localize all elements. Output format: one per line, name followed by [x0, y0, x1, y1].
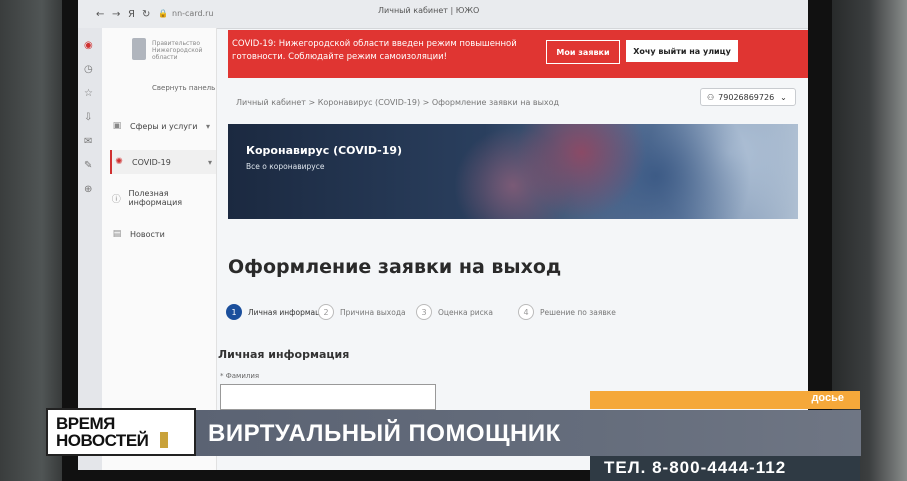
headline-bar: ВИРТУАЛЬНЫЙ ПОМОЩНИК	[196, 410, 861, 456]
window-title: Личный кабинет | ЮЖО	[378, 6, 480, 15]
sidebar: Правительство Нижегородской области Свер…	[102, 28, 217, 470]
news-icon: ▤	[112, 229, 122, 239]
step-risk[interactable]: 3 Оценка риска	[416, 304, 493, 320]
sidebar-item-useful-info[interactable]: ⓘ Полезная информация	[110, 186, 214, 210]
dossier-label: досье	[811, 392, 844, 404]
notes-icon[interactable]: ✎	[84, 160, 92, 171]
my-requests-button[interactable]: Мои заявки	[546, 40, 620, 64]
sidebar-item-label: COVID-19	[132, 157, 171, 167]
covid-alert-banner: COVID-19: Нижегородской области введен р…	[228, 30, 808, 78]
step-reason[interactable]: 2 Причина выхода	[318, 304, 406, 320]
step-decision[interactable]: 4 Решение по заявке	[518, 304, 616, 320]
history-icon[interactable]: ◷	[84, 64, 93, 75]
covid-banner[interactable]: Коронавирус (COVID-19) Все о коронавирус…	[228, 124, 798, 219]
address-bar[interactable]: nn-card.ru	[172, 9, 213, 18]
surname-label: * Фамилия	[220, 372, 260, 380]
browser-toolbar: ← → Я ↻ 🔒 nn-card.ru Личный кабинет | ЮЖ…	[78, 0, 808, 29]
bookmark-icon[interactable]: ☆	[84, 88, 93, 99]
covid-icon: ✺	[115, 157, 123, 167]
step-number: 2	[318, 304, 334, 320]
yandex-icon[interactable]: Я	[128, 9, 135, 20]
chevron-down-icon: ⌄	[780, 92, 787, 102]
step-number: 3	[416, 304, 432, 320]
channel-logo: ВРЕМЯ НОВОСТЕЙ	[46, 408, 196, 456]
step-label: Решение по заявке	[540, 307, 616, 317]
apps-icon[interactable]: ⊕	[84, 184, 92, 195]
folder-icon: ▣	[112, 121, 122, 131]
sidebar-item-label: Новости	[130, 229, 165, 239]
yandex-rail-icon[interactable]: ◉	[84, 40, 93, 51]
sidebar-item-news[interactable]: ▤ Новости	[110, 222, 214, 246]
chevron-down-icon: ▾	[205, 121, 210, 131]
channel-logo-line2: НОВОСТЕЙ	[56, 431, 169, 450]
step-number: 4	[518, 304, 534, 320]
back-icon[interactable]: ←	[96, 9, 104, 20]
sidebar-item-label: Полезная информация	[128, 189, 183, 207]
collapse-panel-button[interactable]: Свернуть панель	[152, 84, 215, 92]
breadcrumb: Личный кабинет > Коронавирус (COVID-19) …	[236, 98, 560, 107]
mail-icon[interactable]: ✉	[84, 136, 92, 147]
sidebar-item-label: Сферы и услуги	[130, 121, 198, 131]
headline-text: ВИРТУАЛЬНЫЙ ПОМОЩНИК	[208, 420, 561, 447]
info-icon: ⓘ	[111, 194, 121, 205]
step-personal-info[interactable]: 1 Личная информация	[226, 304, 330, 320]
user-account-dropdown[interactable]: ⚇ 79026869726 ⌄	[700, 88, 796, 106]
coat-of-arms-logo	[132, 38, 146, 60]
step-label: Причина выхода	[340, 307, 406, 317]
chevron-down-icon: ▾	[207, 157, 212, 167]
want-to-go-out-button[interactable]: Хочу выйти на улицу	[626, 40, 738, 62]
phone-text: ТЕЛ. 8-800-4444-112	[604, 458, 787, 477]
dossier-bar: досье	[590, 391, 860, 409]
alert-text: COVID-19: Нижегородской области введен р…	[232, 39, 517, 62]
user-phone: 79026869726	[718, 92, 775, 102]
section-title: Личная информация	[218, 348, 350, 361]
surname-input[interactable]	[220, 384, 436, 410]
logo-text: Правительство Нижегородской области	[152, 40, 203, 61]
step-number: 1	[226, 304, 242, 320]
step-label: Оценка риска	[438, 307, 493, 317]
downloads-icon[interactable]: ⇩	[84, 112, 92, 123]
lock-icon: 🔒	[158, 9, 168, 18]
forward-icon[interactable]: →	[112, 9, 120, 20]
reload-icon[interactable]: ↻	[142, 9, 150, 20]
banner-subtitle: Все о коронавирусе	[246, 162, 325, 171]
browser-side-rail: ◉ ◷ ☆ ⇩ ✉ ✎ ⊕	[78, 28, 102, 470]
phone-bar: ТЕЛ. 8-800-4444-112	[590, 456, 860, 481]
wizard-steps: 1 Личная информация 2 Причина выхода 3 О…	[226, 304, 726, 324]
banner-title: Коронавирус (COVID-19)	[246, 144, 403, 157]
page-title: Оформление заявки на выход	[228, 256, 562, 278]
sidebar-item-covid[interactable]: ✺ COVID-19 ▾	[110, 150, 216, 174]
sidebar-item-services[interactable]: ▣ Сферы и услуги ▾	[110, 114, 214, 138]
user-icon: ⚇	[707, 92, 715, 102]
